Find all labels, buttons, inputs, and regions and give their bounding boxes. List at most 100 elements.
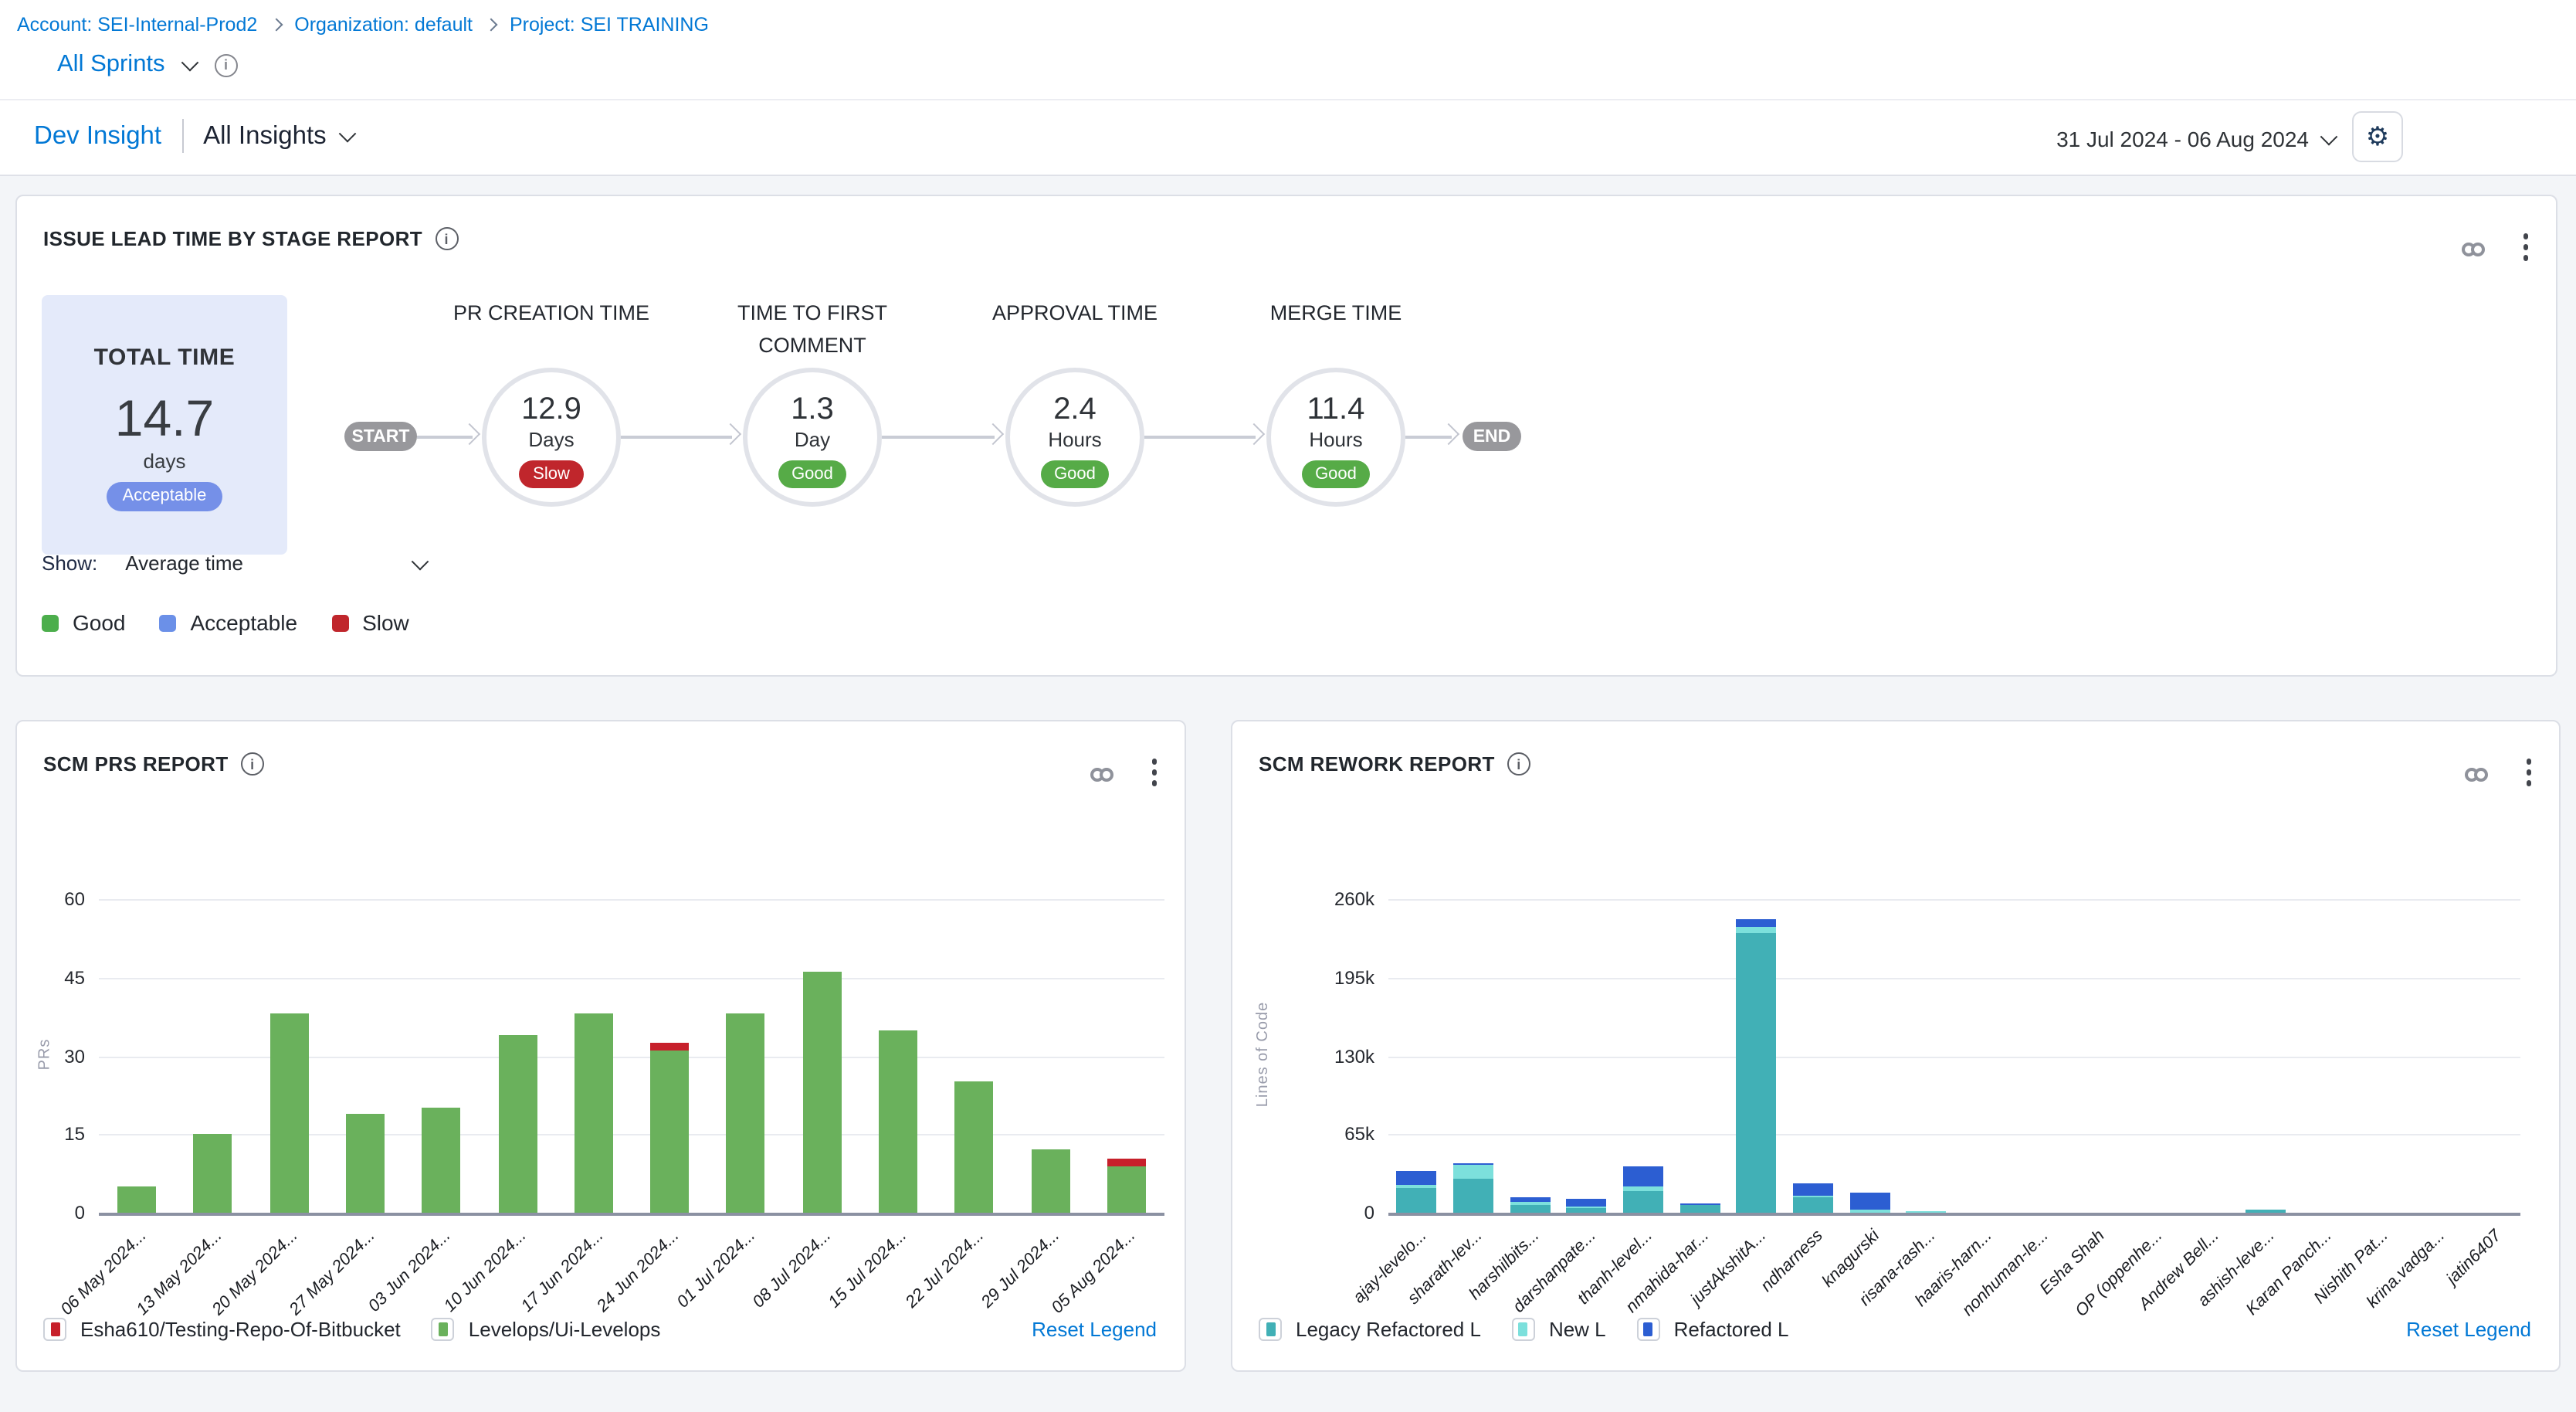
bar-segment[interactable] (1567, 1200, 1607, 1207)
flow-end-pill: END (1463, 422, 1521, 451)
bar-segment[interactable] (1793, 1184, 1833, 1196)
insight-dropdown[interactable]: All Insights (203, 121, 354, 151)
bar[interactable] (2246, 1210, 2286, 1213)
stage-circle-approval[interactable]: 2.4 Hours Good (1005, 368, 1144, 507)
bar-segment[interactable] (1737, 920, 1777, 927)
bar-segment[interactable] (498, 1035, 537, 1213)
bar-segment[interactable] (1849, 1209, 1890, 1213)
breadcrumb-organization[interactable]: Organization: default (294, 14, 473, 36)
bar-segment[interactable] (346, 1113, 385, 1213)
bar[interactable] (346, 1113, 385, 1213)
dev-insight-link[interactable]: Dev Insight (34, 121, 161, 151)
bar[interactable] (194, 1135, 232, 1213)
bar[interactable] (575, 1014, 613, 1213)
bar-segment[interactable] (1906, 1211, 1946, 1213)
sprint-selector[interactable]: All Sprints (57, 51, 238, 79)
bar-segment[interactable] (1623, 1191, 1663, 1213)
breadcrumb-account[interactable]: Account: SEI-Internal-Prod2 (17, 14, 257, 36)
bar[interactable] (954, 1082, 993, 1213)
bar-segment[interactable] (2246, 1210, 2286, 1213)
stage-circle-merge[interactable]: 11.4 Hours Good (1266, 368, 1405, 507)
info-icon[interactable] (1507, 752, 1530, 776)
info-icon[interactable] (215, 53, 238, 76)
bar-segment[interactable] (1107, 1166, 1146, 1213)
stage-value: 12.9 (521, 392, 581, 426)
bar-segment[interactable] (1453, 1165, 1493, 1179)
bar-segment[interactable] (1031, 1150, 1069, 1213)
bar[interactable] (1510, 1198, 1550, 1213)
bar-segment[interactable] (1737, 927, 1777, 933)
info-icon[interactable] (435, 227, 458, 250)
status-badge: Slow (519, 460, 584, 488)
bar-segment[interactable] (879, 1030, 917, 1213)
bar-segment[interactable] (422, 1108, 461, 1213)
bar[interactable] (879, 1030, 917, 1213)
bar[interactable] (1107, 1158, 1146, 1213)
kebab-menu-icon[interactable] (1148, 755, 1160, 789)
bar-segment[interactable] (194, 1135, 232, 1213)
stage-circle-first-comment[interactable]: 1.3 Day Good (743, 368, 882, 507)
bar-segment[interactable] (1849, 1193, 1890, 1210)
panel-actions (2455, 230, 2531, 263)
legend-item[interactable]: New L (1512, 1318, 1606, 1341)
bar-segment[interactable] (650, 1051, 689, 1213)
bar[interactable] (1031, 1150, 1069, 1213)
bar-segment[interactable] (727, 1014, 765, 1213)
info-icon[interactable] (241, 752, 264, 776)
y-tick-label: 15 (64, 1124, 85, 1146)
reset-legend-link[interactable]: Reset Legend (2406, 1318, 2531, 1341)
chevron-down-icon[interactable] (181, 54, 198, 72)
bar-segment[interactable] (1107, 1158, 1146, 1166)
bar[interactable] (1737, 920, 1777, 1213)
date-range-picker[interactable]: 31 Jul 2024 - 06 Aug 2024 (2056, 127, 2335, 151)
legend-item[interactable]: Legacy Refactored L (1259, 1318, 1481, 1341)
page-header: Account: SEI-Internal-Prod2 Organization… (0, 0, 2576, 176)
bar[interactable] (498, 1035, 537, 1213)
bar-segment[interactable] (1623, 1167, 1663, 1186)
kebab-menu-icon[interactable] (2523, 755, 2534, 789)
bar-segment[interactable] (575, 1014, 613, 1213)
bar-segment[interactable] (117, 1186, 156, 1213)
reset-legend-link[interactable]: Reset Legend (1032, 1318, 1157, 1341)
bar[interactable] (1793, 1184, 1833, 1213)
flow-connector (621, 436, 732, 438)
bar-segment[interactable] (1679, 1206, 1720, 1213)
bar[interactable] (727, 1014, 765, 1213)
legend-item[interactable]: Refactored L (1637, 1318, 1789, 1341)
settings-button[interactable] (2352, 111, 2403, 162)
bar[interactable] (1906, 1211, 1946, 1213)
bar[interactable] (1453, 1163, 1493, 1213)
bar[interactable] (1623, 1167, 1663, 1213)
stage-circle-pr-creation[interactable]: 12.9 Days Slow (482, 368, 621, 507)
bar-segment[interactable] (650, 1043, 689, 1051)
bar[interactable] (802, 972, 841, 1213)
bar-segment[interactable] (1793, 1197, 1833, 1213)
bar-segment[interactable] (802, 972, 841, 1213)
x-tick-label: jatin6407 (2443, 1227, 2505, 1288)
y-axis-title: PRs (36, 1039, 53, 1071)
bar[interactable] (650, 1043, 689, 1213)
bar-segment[interactable] (954, 1082, 993, 1213)
bar[interactable] (269, 1014, 308, 1213)
bar[interactable] (1397, 1170, 1437, 1213)
bar[interactable] (1679, 1203, 1720, 1213)
bar[interactable] (1849, 1193, 1890, 1213)
bar-segment[interactable] (1567, 1207, 1607, 1213)
bar[interactable] (422, 1108, 461, 1213)
breadcrumb-project[interactable]: Project: SEI TRAINING (510, 14, 709, 36)
legend-item[interactable]: Levelops/Ui-Levelops (432, 1318, 661, 1341)
y-tick-label: 0 (75, 1202, 85, 1224)
bar[interactable] (117, 1186, 156, 1213)
bar-segment[interactable] (269, 1014, 308, 1213)
bar-segment[interactable] (1397, 1189, 1437, 1213)
bar[interactable] (1567, 1200, 1607, 1213)
bar-segment[interactable] (1397, 1170, 1437, 1185)
legend-item-acceptable: Acceptable (160, 610, 298, 635)
bar-segment[interactable] (1737, 933, 1777, 1213)
bar-segment[interactable] (1510, 1204, 1550, 1213)
kebab-menu-icon[interactable] (2520, 230, 2531, 263)
bar-group: 22 Jul 2024... (936, 899, 1012, 1213)
legend-item[interactable]: Esha610/Testing-Repo-Of-Bitbucket (43, 1318, 401, 1341)
show-dropdown[interactable]: Show: Average time (42, 552, 425, 575)
bar-segment[interactable] (1453, 1179, 1493, 1213)
